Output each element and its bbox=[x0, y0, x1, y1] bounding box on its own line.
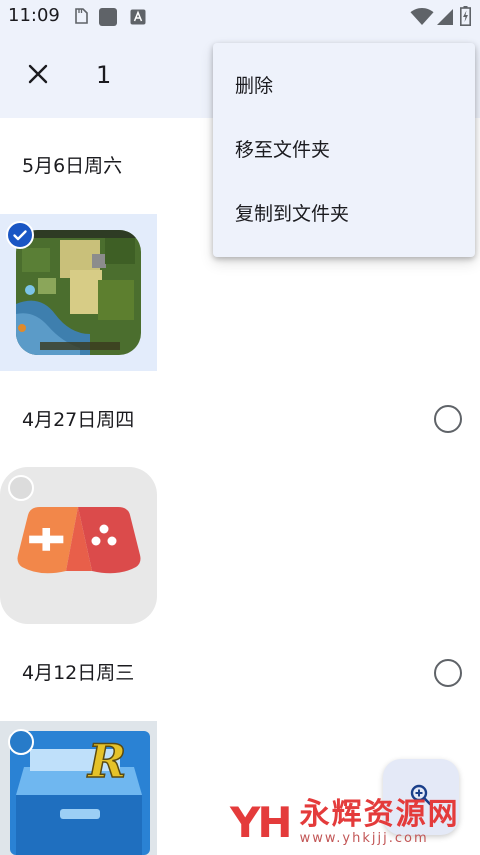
svg-text:R: R bbox=[86, 734, 126, 788]
selected-check-icon bbox=[6, 221, 34, 249]
text-a-icon bbox=[130, 9, 146, 29]
selected-count: 1 bbox=[96, 61, 112, 89]
select-group-circle[interactable] bbox=[434, 659, 462, 687]
photo-tile-file-manager[interactable]: R bbox=[0, 721, 157, 855]
date-header: 5月6日周六 bbox=[22, 155, 123, 177]
menu-item-move-to-folder[interactable]: 移至文件夹 bbox=[213, 118, 475, 182]
cell-signal-icon bbox=[436, 8, 454, 30]
close-selection-button[interactable] bbox=[20, 58, 56, 94]
watermark-name: 永辉资源网 bbox=[299, 797, 460, 832]
menu-item-delete[interactable]: 删除 bbox=[213, 54, 475, 118]
watermark-url: www.yhkjjj.com bbox=[299, 831, 429, 846]
select-photo-circle[interactable] bbox=[8, 729, 34, 755]
select-group-circle[interactable] bbox=[434, 405, 462, 433]
watermark-logo: YH bbox=[230, 797, 293, 847]
wifi-icon bbox=[410, 7, 434, 30]
select-photo-circle[interactable] bbox=[8, 475, 34, 501]
menu-item-copy-to-folder[interactable]: 复制到文件夹 bbox=[213, 182, 475, 246]
date-header: 4月12日周三 bbox=[22, 662, 135, 684]
battery-charging-icon bbox=[460, 6, 471, 30]
date-header: 4月27日周四 bbox=[22, 409, 135, 431]
status-time: 11:09 bbox=[8, 5, 60, 26]
overflow-menu: 删除 移至文件夹 复制到文件夹 bbox=[213, 43, 475, 257]
photo-tile-map-game[interactable] bbox=[0, 214, 157, 371]
storage-icon bbox=[72, 7, 90, 29]
watermark: YH 永辉资源网 www.yhkjjj.com bbox=[230, 792, 460, 852]
close-icon bbox=[28, 64, 48, 88]
app-square-icon bbox=[98, 7, 118, 31]
photo-tile-game-controller[interactable] bbox=[0, 467, 157, 624]
status-bar: 11:09 bbox=[0, 0, 480, 34]
